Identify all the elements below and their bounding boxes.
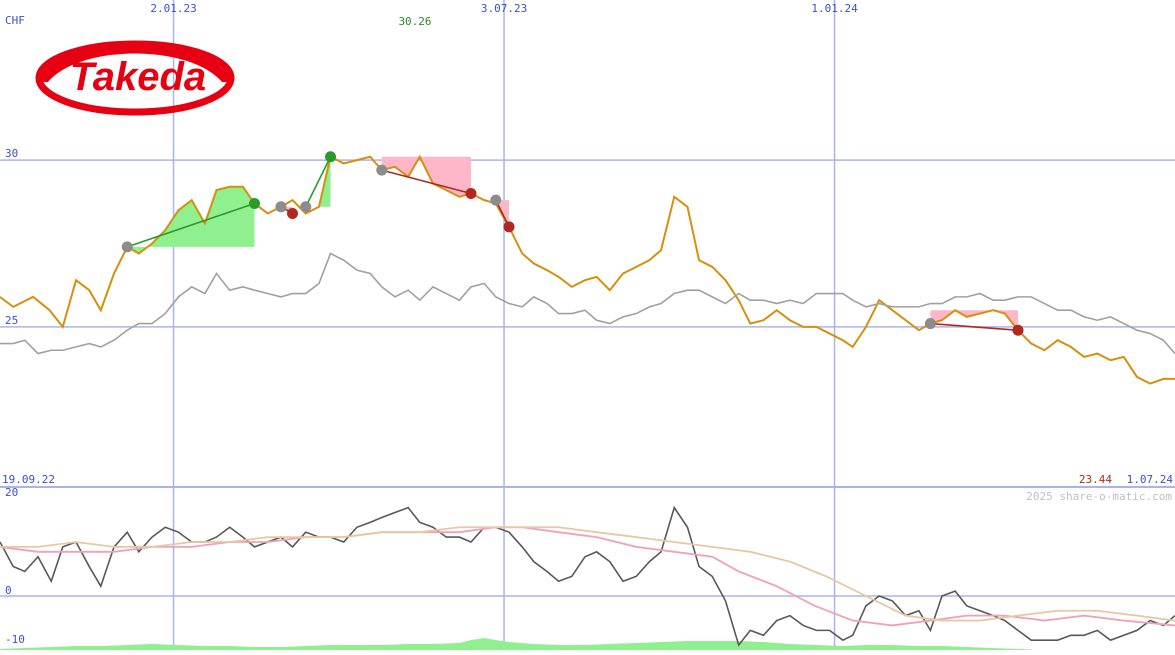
trade-fill-loss — [381, 156, 471, 197]
lower-grid: 20 0 -10 — [0, 486, 1175, 646]
brand-logo: Takeda — [35, 40, 235, 116]
y-tick-label: 30 — [5, 147, 18, 160]
copyright-label: 2025 share-o-matic.com — [1026, 490, 1172, 503]
min-price-label: 23.44 — [1079, 473, 1112, 486]
ma_fast-line — [0, 526, 1175, 627]
trade-fill-gain — [127, 186, 255, 254]
osc-tick-label: 0 — [5, 584, 12, 597]
max-price-label: 30.26 — [398, 15, 431, 28]
x-tick-label: 2.01.23 — [150, 2, 196, 15]
trade-exit-marker — [503, 221, 515, 233]
trade-exit-marker — [249, 197, 261, 209]
trade-exit-marker — [325, 151, 337, 163]
trade-entry-marker — [300, 201, 312, 213]
trade-exit-marker — [1012, 324, 1024, 336]
x-tick-label: 3.07.23 — [481, 2, 527, 15]
osc-tick-label: 20 — [5, 486, 18, 499]
upper-series — [0, 154, 1175, 385]
trade-entry-marker — [490, 194, 502, 206]
price-line — [0, 154, 1175, 385]
y-tick-label: 25 — [5, 314, 18, 327]
trade-entry-marker — [376, 164, 388, 176]
ma_slow-line — [0, 526, 1175, 622]
start-date-label: 19.09.22 — [2, 473, 55, 486]
trade-entry-marker — [275, 201, 287, 213]
end-date-label: 1.07.24 — [1127, 473, 1174, 486]
trade-entry-marker — [121, 241, 133, 253]
volume-area — [0, 638, 1032, 650]
logo-text: Takeda — [70, 55, 206, 99]
osc-tick-label: -10 — [5, 633, 25, 646]
chart-root: 25 30 2.01.23 3.07.23 1.01.24 20 0 -10 Takeda … — [0, 0, 1175, 650]
benchmark-line — [0, 252, 1175, 355]
trade-entry-marker — [924, 318, 936, 330]
x-tick-label: 1.01.24 — [811, 2, 858, 15]
trade-exit-marker — [465, 187, 477, 199]
lower-series — [0, 505, 1175, 650]
currency-label: CHF — [5, 14, 25, 27]
trade-exit-marker — [287, 207, 299, 219]
oscillator-line — [0, 505, 1175, 647]
stock-chart: 25302.01.23 3.07.23 1.01.24 200-10 Takeda … — [0, 0, 1175, 650]
